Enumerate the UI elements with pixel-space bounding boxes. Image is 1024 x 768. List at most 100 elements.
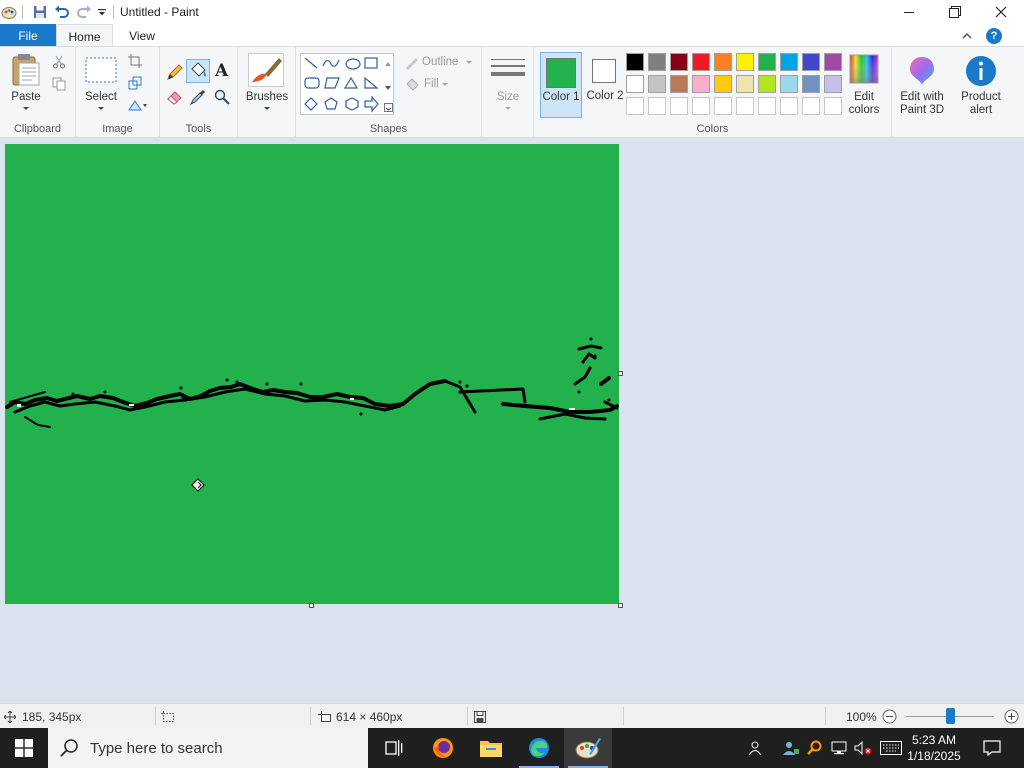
custom-color-slot[interactable]	[780, 97, 798, 115]
custom-color-slot[interactable]	[736, 97, 754, 115]
size-icon[interactable]	[491, 57, 525, 84]
network-tray-icon[interactable]	[828, 728, 850, 768]
product-alert-button[interactable]: Product alert	[952, 91, 1010, 117]
palette-swatch[interactable]	[824, 53, 842, 71]
magnifier-icon[interactable]	[214, 89, 230, 108]
canvas-workspace[interactable]	[0, 138, 1024, 703]
paste-icon[interactable]	[10, 53, 42, 90]
collapse-ribbon-icon[interactable]	[960, 29, 974, 43]
shapes-gallery[interactable]	[300, 53, 394, 115]
cut-icon[interactable]	[52, 55, 66, 72]
palette-swatch[interactable]	[714, 53, 732, 71]
palette-swatch[interactable]	[802, 53, 820, 71]
notifications-button[interactable]	[968, 728, 1016, 768]
color-picker-icon[interactable]	[189, 89, 206, 108]
customize-quick-access-icon[interactable]	[95, 1, 109, 23]
rotate-icon[interactable]	[128, 98, 148, 115]
search-tray-icon[interactable]	[804, 728, 826, 768]
outline-icon[interactable]	[404, 56, 420, 73]
select-dropdown-icon[interactable]	[98, 107, 104, 110]
resize-icon[interactable]	[128, 76, 142, 93]
custom-color-slot[interactable]	[802, 97, 820, 115]
resize-handle-bottom[interactable]	[309, 603, 314, 608]
fill-with-color-icon[interactable]	[186, 59, 210, 83]
edit-with-paint3d-button[interactable]: Edit with Paint 3D	[892, 91, 952, 117]
minimize-button[interactable]	[886, 0, 932, 24]
brushes-button[interactable]: Brushes	[240, 91, 294, 104]
fill-button[interactable]: Fill	[424, 78, 454, 91]
outline-dropdown-icon[interactable]	[466, 61, 472, 64]
paint-taskbar-button[interactable]	[564, 728, 612, 768]
custom-color-slot[interactable]	[692, 97, 710, 115]
palette-swatch[interactable]	[626, 53, 644, 71]
tab-file[interactable]: File	[0, 24, 56, 47]
task-view-button[interactable]	[371, 728, 419, 768]
tab-view[interactable]: View	[116, 24, 168, 47]
resize-handle-right[interactable]	[618, 371, 623, 376]
custom-color-slot[interactable]	[714, 97, 732, 115]
info-icon[interactable]	[965, 55, 997, 90]
help-icon[interactable]: ?	[986, 28, 1002, 44]
shapes-scroll-up-icon[interactable]	[384, 57, 392, 71]
file-explorer-taskbar-button[interactable]	[467, 728, 515, 768]
paint-app-icon[interactable]	[0, 1, 18, 23]
taskbar-clock[interactable]: 5:23 AM 1/18/2025	[900, 728, 968, 768]
palette-swatch[interactable]	[692, 75, 710, 93]
redo-icon[interactable]	[73, 1, 95, 23]
paste-dropdown-icon[interactable]	[23, 107, 29, 110]
volume-tray-icon[interactable]	[852, 728, 874, 768]
people-tray-icon[interactable]	[744, 728, 768, 768]
palette-swatch[interactable]	[648, 75, 666, 93]
outline-button[interactable]: Outline	[422, 56, 462, 69]
palette-swatch[interactable]	[670, 53, 688, 71]
palette-swatch[interactable]	[670, 75, 688, 93]
paste-button[interactable]: Paste	[4, 91, 48, 104]
custom-color-slot[interactable]	[626, 97, 644, 115]
palette-swatch[interactable]	[648, 53, 666, 71]
start-button[interactable]	[0, 728, 48, 768]
zoom-in-button[interactable]	[1004, 704, 1019, 729]
color2-button[interactable]: Color 2	[586, 52, 626, 118]
color1-button[interactable]: Color 1	[540, 52, 582, 118]
size-button[interactable]: Size	[482, 91, 534, 104]
text-icon[interactable]: A	[214, 61, 230, 82]
palette-swatch[interactable]	[714, 75, 732, 93]
brushes-icon[interactable]	[248, 53, 284, 87]
paint-3d-icon[interactable]	[906, 55, 938, 90]
resize-handle-corner[interactable]	[618, 603, 623, 608]
drawing-canvas[interactable]	[5, 144, 619, 604]
palette-swatch[interactable]	[758, 75, 776, 93]
select-button[interactable]: Select	[80, 91, 122, 104]
palette-swatch[interactable]	[626, 75, 644, 93]
close-button[interactable]	[978, 0, 1024, 24]
copy-icon[interactable]	[52, 77, 66, 94]
fill-dropdown-icon[interactable]	[442, 83, 448, 86]
undo-icon[interactable]	[51, 1, 73, 23]
custom-color-slot[interactable]	[758, 97, 776, 115]
custom-color-slot[interactable]	[670, 97, 688, 115]
palette-swatch[interactable]	[736, 53, 754, 71]
edge-taskbar-button[interactable]	[515, 728, 563, 768]
shapes-expand-icon[interactable]	[384, 101, 393, 115]
save-icon[interactable]	[29, 1, 51, 23]
palette-swatch[interactable]	[780, 53, 798, 71]
custom-color-slot[interactable]	[648, 97, 666, 115]
palette-swatch[interactable]	[736, 75, 754, 93]
edit-colors-button[interactable]: Edit colors	[840, 91, 888, 117]
brushes-dropdown-icon[interactable]	[264, 107, 270, 110]
select-icon[interactable]	[85, 57, 117, 86]
palette-swatch[interactable]	[758, 53, 776, 71]
palette-swatch[interactable]	[692, 53, 710, 71]
maximize-button[interactable]	[932, 0, 978, 24]
eraser-icon[interactable]	[166, 89, 184, 108]
palette-swatch[interactable]	[802, 75, 820, 93]
firefox-taskbar-button[interactable]	[419, 728, 467, 768]
palette-swatch[interactable]	[780, 75, 798, 93]
taskbar-search-box[interactable]: Type here to search	[48, 728, 368, 768]
zoom-slider-thumb[interactable]	[946, 708, 955, 724]
fill-icon[interactable]	[404, 77, 420, 94]
crop-icon[interactable]	[128, 54, 142, 71]
shapes-scroll-down-icon[interactable]	[384, 81, 392, 95]
tab-home[interactable]: Home	[56, 24, 113, 48]
size-dropdown-icon[interactable]	[505, 107, 511, 110]
